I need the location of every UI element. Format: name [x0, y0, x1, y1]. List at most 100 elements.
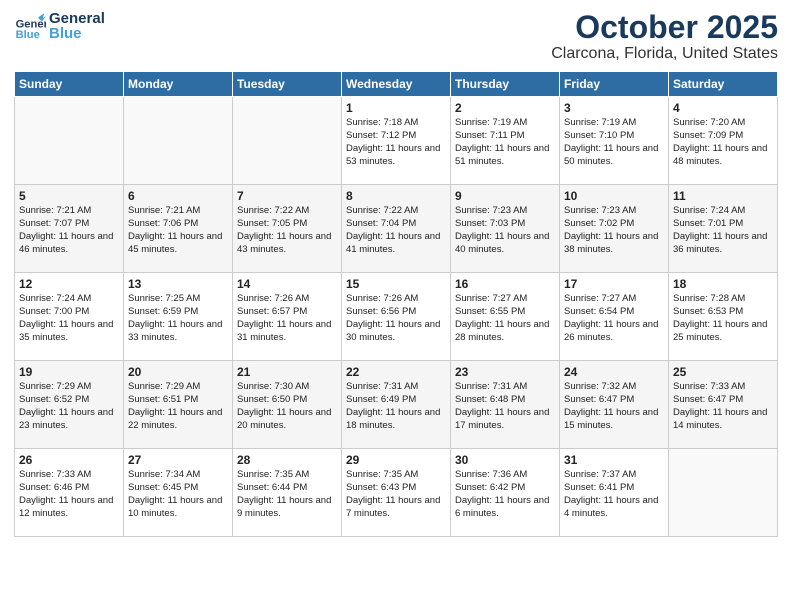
calendar-cell: 18Sunrise: 7:28 AMSunset: 6:53 PMDayligh… — [669, 273, 778, 361]
day-number: 11 — [673, 189, 773, 203]
day-number: 27 — [128, 453, 228, 467]
daylight-text: Daylight: 11 hours and 25 minutes. — [673, 319, 767, 343]
title-block: October 2025 Clarcona, Florida, United S… — [551, 10, 778, 63]
cell-details: Sunrise: 7:19 AMSunset: 7:10 PMDaylight:… — [564, 117, 664, 168]
page: General Blue General Blue October 2025 C… — [0, 0, 792, 612]
cell-details: Sunrise: 7:28 AMSunset: 6:53 PMDaylight:… — [673, 293, 773, 344]
header-friday: Friday — [560, 72, 669, 97]
sunrise-text: Sunrise: 7:21 AM — [19, 205, 91, 216]
calendar-cell: 30Sunrise: 7:36 AMSunset: 6:42 PMDayligh… — [451, 449, 560, 537]
cell-details: Sunrise: 7:33 AMSunset: 6:46 PMDaylight:… — [19, 469, 119, 520]
sunrise-text: Sunrise: 7:27 AM — [564, 293, 636, 304]
day-number: 2 — [455, 101, 555, 115]
day-number: 13 — [128, 277, 228, 291]
location-title: Clarcona, Florida, United States — [551, 45, 778, 63]
daylight-text: Daylight: 11 hours and 17 minutes. — [455, 407, 549, 431]
cell-details: Sunrise: 7:31 AMSunset: 6:48 PMDaylight:… — [455, 381, 555, 432]
week-row-2: 12 Sunrise: 7:24 AMSunset: 7:00 PMDayligh… — [15, 273, 778, 361]
cell-details: Sunrise: 7:22 AMSunset: 7:05 PMDaylight:… — [237, 205, 337, 256]
day-number: 10 — [564, 189, 664, 203]
sunset-text: Sunset: 6:47 PM — [673, 394, 743, 405]
cell-details: Sunrise: 7:35 AMSunset: 6:43 PMDaylight:… — [346, 469, 446, 520]
day-number: 30 — [455, 453, 555, 467]
day-number: 17 — [564, 277, 664, 291]
daylight-text: Daylight: 11 hours and 50 minutes. — [564, 143, 658, 167]
calendar-cell: 23Sunrise: 7:31 AMSunset: 6:48 PMDayligh… — [451, 361, 560, 449]
sunrise-text: Sunrise: 7:35 AM — [237, 469, 309, 480]
day-number: 21 — [237, 365, 337, 379]
sunrise-text: Sunrise: 7:22 AM — [237, 205, 309, 216]
calendar-cell — [124, 97, 233, 185]
sunset-text: Sunset: 7:01 PM — [673, 218, 743, 229]
sunset-text: Sunset: 6:46 PM — [19, 482, 89, 493]
cell-details: Sunrise: 7:24 AMSunset: 7:00 PMDaylight:… — [19, 293, 119, 344]
sunset-text: Sunset: 6:55 PM — [455, 306, 525, 317]
calendar-table: Sunday Monday Tuesday Wednesday Thursday… — [14, 71, 778, 537]
cell-details: Sunrise: 7:29 AMSunset: 6:51 PMDaylight:… — [128, 381, 228, 432]
day-number: 14 — [237, 277, 337, 291]
day-number: 24 — [564, 365, 664, 379]
sunrise-text: Sunrise: 7:28 AM — [673, 293, 745, 304]
sunset-text: Sunset: 6:42 PM — [455, 482, 525, 493]
daylight-text: Daylight: 11 hours and 41 minutes. — [346, 231, 440, 255]
cell-details: Sunrise: 7:24 AMSunset: 7:01 PMDaylight:… — [673, 205, 773, 256]
sunrise-text: Sunrise: 7:36 AM — [455, 469, 527, 480]
sunset-text: Sunset: 6:45 PM — [128, 482, 198, 493]
sunset-text: Sunset: 6:41 PM — [564, 482, 634, 493]
day-number: 31 — [564, 453, 664, 467]
logo: General Blue General Blue — [14, 10, 105, 42]
daylight-text: Daylight: 11 hours and 14 minutes. — [673, 407, 767, 431]
calendar-cell: 11 Sunrise: 7:24 AMSunset: 7:01 PMDayligh… — [669, 185, 778, 273]
daylight-text: Daylight: 11 hours and 10 minutes. — [128, 495, 222, 519]
daylight-text: Daylight: 11 hours and 23 minutes. — [19, 407, 113, 431]
calendar-cell — [233, 97, 342, 185]
sunset-text: Sunset: 7:00 PM — [19, 306, 89, 317]
cell-details: Sunrise: 7:27 AMSunset: 6:54 PMDaylight:… — [564, 293, 664, 344]
calendar-cell: 2Sunrise: 7:19 AMSunset: 7:11 PMDaylight… — [451, 97, 560, 185]
day-number: 4 — [673, 101, 773, 115]
day-number: 20 — [128, 365, 228, 379]
sunrise-text: Sunrise: 7:18 AM — [346, 117, 418, 128]
sunset-text: Sunset: 6:48 PM — [455, 394, 525, 405]
calendar-cell: 4Sunrise: 7:20 AMSunset: 7:09 PMDaylight… — [669, 97, 778, 185]
sunrise-text: Sunrise: 7:19 AM — [564, 117, 636, 128]
calendar-cell: 21 Sunrise: 7:30 AMSunset: 6:50 PMDayligh… — [233, 361, 342, 449]
calendar-cell: 5Sunrise: 7:21 AMSunset: 7:07 PMDaylight… — [15, 185, 124, 273]
sunset-text: Sunset: 6:43 PM — [346, 482, 416, 493]
sunrise-text: Sunrise: 7:37 AM — [564, 469, 636, 480]
sunrise-text: Sunrise: 7:27 AM — [455, 293, 527, 304]
day-number: 12 — [19, 277, 119, 291]
sunset-text: Sunset: 7:09 PM — [673, 130, 743, 141]
cell-details: Sunrise: 7:30 AMSunset: 6:50 PMDaylight:… — [237, 381, 337, 432]
cell-details: Sunrise: 7:29 AMSunset: 6:52 PMDaylight:… — [19, 381, 119, 432]
weekday-header-row: Sunday Monday Tuesday Wednesday Thursday… — [15, 72, 778, 97]
cell-details: Sunrise: 7:23 AMSunset: 7:03 PMDaylight:… — [455, 205, 555, 256]
daylight-text: Daylight: 11 hours and 26 minutes. — [564, 319, 658, 343]
cell-details: Sunrise: 7:25 AMSunset: 6:59 PMDaylight:… — [128, 293, 228, 344]
day-number: 3 — [564, 101, 664, 115]
sunrise-text: Sunrise: 7:26 AM — [237, 293, 309, 304]
calendar-cell: 31Sunrise: 7:37 AMSunset: 6:41 PMDayligh… — [560, 449, 669, 537]
sunset-text: Sunset: 7:04 PM — [346, 218, 416, 229]
sunrise-text: Sunrise: 7:35 AM — [346, 469, 418, 480]
sunset-text: Sunset: 6:57 PM — [237, 306, 307, 317]
daylight-text: Daylight: 11 hours and 31 minutes. — [237, 319, 331, 343]
sunset-text: Sunset: 6:49 PM — [346, 394, 416, 405]
sunset-text: Sunset: 6:59 PM — [128, 306, 198, 317]
cell-details: Sunrise: 7:21 AMSunset: 7:07 PMDaylight:… — [19, 205, 119, 256]
sunset-text: Sunset: 7:06 PM — [128, 218, 198, 229]
calendar-cell: 20 Sunrise: 7:29 AMSunset: 6:51 PMDayligh… — [124, 361, 233, 449]
logo-text: General Blue — [49, 11, 105, 41]
sunrise-text: Sunrise: 7:21 AM — [128, 205, 200, 216]
calendar-cell: 26Sunrise: 7:33 AMSunset: 6:46 PMDayligh… — [15, 449, 124, 537]
sunset-text: Sunset: 6:47 PM — [564, 394, 634, 405]
cell-details: Sunrise: 7:35 AMSunset: 6:44 PMDaylight:… — [237, 469, 337, 520]
logo-icon: General Blue — [14, 10, 46, 42]
day-number: 8 — [346, 189, 446, 203]
calendar-cell — [15, 97, 124, 185]
calendar-cell: 15Sunrise: 7:26 AMSunset: 6:56 PMDayligh… — [342, 273, 451, 361]
week-row-4: 26Sunrise: 7:33 AMSunset: 6:46 PMDayligh… — [15, 449, 778, 537]
sunset-text: Sunset: 6:51 PM — [128, 394, 198, 405]
daylight-text: Daylight: 11 hours and 18 minutes. — [346, 407, 440, 431]
daylight-text: Daylight: 11 hours and 28 minutes. — [455, 319, 549, 343]
